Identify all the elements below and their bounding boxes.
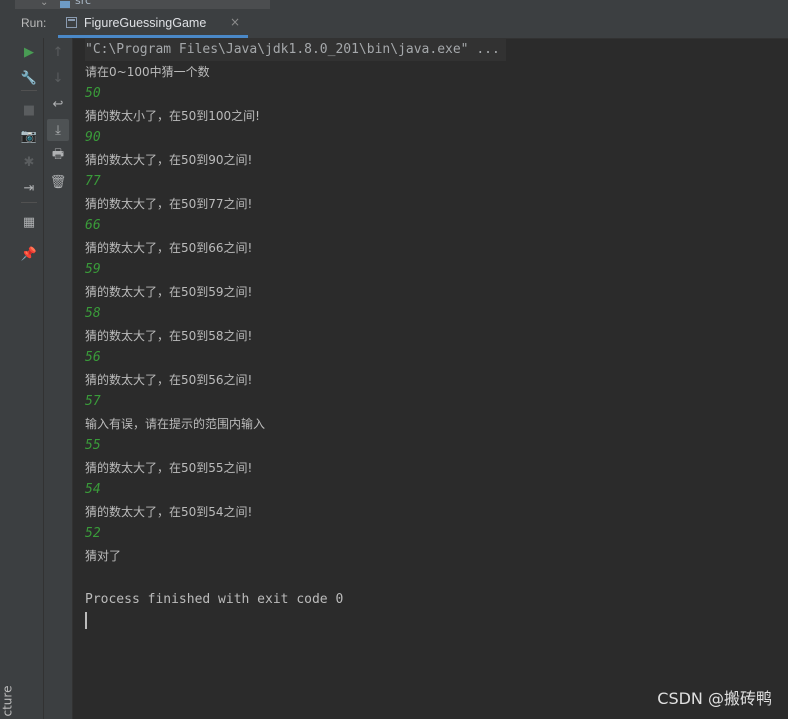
console-output-line: 猜的数太大了，在50到54之间! [85,505,253,519]
console-user-input: 66 [85,218,101,233]
scroll-to-end-icon[interactable]: ⤓ [47,119,69,141]
wrench-icon[interactable]: 🔧 [18,67,40,89]
print-icon[interactable]: 🖶 [47,145,69,167]
project-tree-item-src[interactable]: src [75,0,91,7]
console-output-line: Process finished with exit code 0 [85,592,344,607]
watermark: CSDN @搬砖鸭 [657,689,772,708]
soft-wrap-icon[interactable]: ↩ [47,93,69,115]
console-output-line: 输入有误，请在提示的范围内输入 [85,417,266,431]
stop-icon[interactable]: ■ [18,99,40,121]
console-user-input: 57 [85,394,101,409]
toolbar-separator [21,202,37,203]
trash-icon[interactable]: 🗑 [47,171,69,193]
console-user-input: 50 [85,86,101,101]
toolbar-separator [21,90,37,91]
run-toolbar-secondary: ↑ ↓ ↩ ⤓ 🖶 🗑 [44,38,73,719]
console-user-input: 77 [85,174,101,189]
structure-tool-stripe[interactable]: cture [0,0,16,719]
run-config-icon [66,17,77,28]
console-output-line: 猜的数太大了，在50到90之间! [85,153,253,167]
console-output-line: 猜对了 [85,549,122,563]
rerun-icon[interactable]: ▶ [18,41,40,63]
tab-figure-guessing-game[interactable]: FigureGuessingGame × [58,9,248,38]
console-user-input: 54 [85,482,101,497]
console-user-input: 56 [85,350,101,365]
console-user-input: 59 [85,262,101,277]
console-command-line: "C:\Program Files\Java\jdk1.8.0_201\bin\… [85,39,506,61]
console-user-input: 90 [85,130,101,145]
console-user-input: 58 [85,306,101,321]
console-output-line: 猜的数太小了，在50到100之间! [85,109,260,123]
console-output-line: 请在0~100中猜一个数 [85,65,210,79]
folder-icon [60,1,70,8]
project-tree-selected-row[interactable] [15,0,270,9]
text-caret [85,612,87,629]
arrow-up-icon[interactable]: ↑ [47,41,69,63]
console-output-line: 猜的数太大了，在50到55之间! [85,461,253,475]
camera-icon[interactable]: 📷 [18,125,40,147]
exit-icon[interactable]: ⇥ [18,177,40,199]
console-output-line: 猜的数太大了，在50到56之间! [85,373,253,387]
active-tab-indicator [58,35,248,38]
close-icon[interactable]: × [230,15,240,29]
run-tab-bar: Run: FigureGuessingGame × [15,9,788,39]
console-user-input: 52 [85,526,101,541]
console-output-line: 猜的数太大了，在50到77之间! [85,197,253,211]
layout-icon[interactable]: ▦ [18,211,40,233]
tab-title: FigureGuessingGame [84,16,207,30]
console-output-line: 猜的数太大了，在50到66之间! [85,241,253,255]
console-output-line: 猜的数太大了，在50到58之间! [85,329,253,343]
run-toolbar-primary: ▶ 🔧 ■ 📷 ✱ ⇥ ▦ 📌 [15,38,44,719]
console-output[interactable]: "C:\Program Files\Java\jdk1.8.0_201\bin\… [73,39,788,719]
bug-icon[interactable]: ✱ [18,151,40,173]
structure-stripe-label[interactable]: cture [1,672,15,717]
run-panel-label: Run: [21,16,47,30]
chevron-down-icon[interactable]: ⌄ [40,0,48,8]
console-user-input: 55 [85,438,101,453]
project-tree-remnant: ⌄ src [15,0,788,9]
ide-run-window: cture ⌄ src Run: FigureGuessingGame × ▶ 🔧… [0,0,788,719]
console-output-line: 猜的数太大了，在50到59之间! [85,285,253,299]
pin-icon[interactable]: 📌 [18,243,40,265]
arrow-down-icon[interactable]: ↓ [47,67,69,89]
